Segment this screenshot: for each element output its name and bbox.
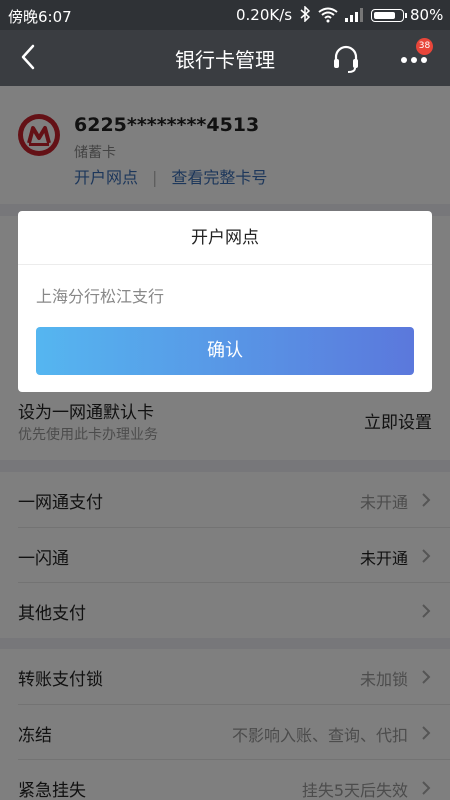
notification-badge: 38 (416, 38, 433, 55)
nav-bar: 银行卡管理 38 (0, 30, 450, 86)
modal-backdrop[interactable] (0, 86, 450, 800)
page-title: 银行卡管理 (175, 48, 275, 72)
confirm-button[interactable]: 确认 (36, 327, 414, 375)
battery-icon (371, 9, 407, 22)
status-time: 傍晚6:07 (8, 8, 72, 26)
wifi-icon (318, 7, 338, 27)
bluetooth-icon (299, 5, 311, 26)
headset-icon[interactable] (330, 43, 362, 75)
network-speed: 0.20K/s (236, 6, 293, 24)
dialog-body: 上海分行松江支行 (36, 287, 165, 306)
dialog-title: 开户网点 (18, 211, 432, 265)
battery-percent: 80% (410, 6, 444, 24)
status-bar: 傍晚6:07 0.20K/s 80% (0, 0, 450, 30)
branch-dialog: 开户网点 上海分行松江支行 确认 (18, 211, 432, 392)
signal-icon (345, 8, 363, 26)
